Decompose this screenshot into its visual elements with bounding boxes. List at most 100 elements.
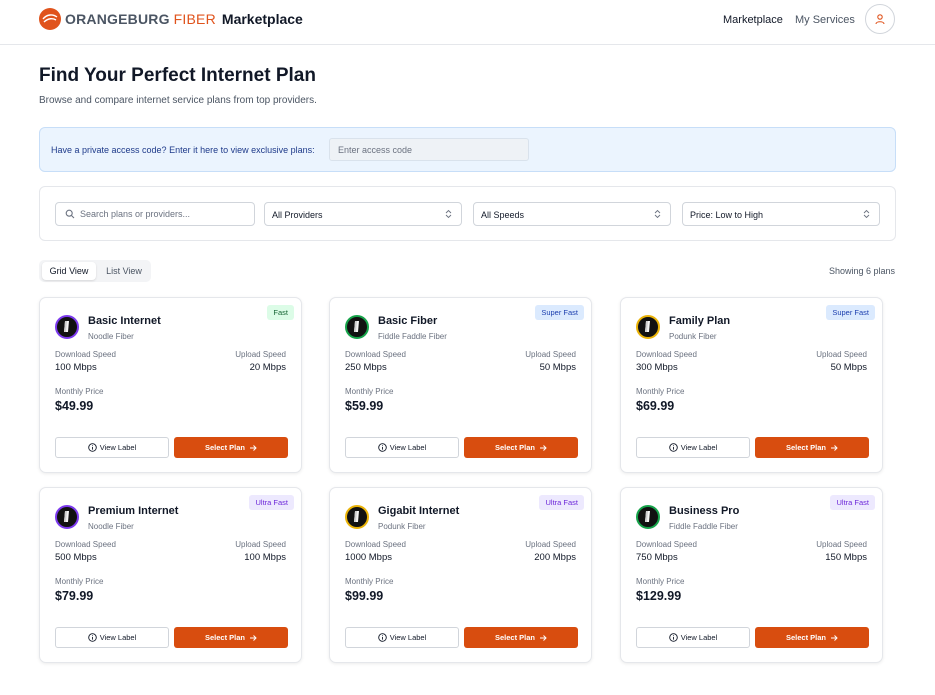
sort-select[interactable]: Price: Low to High bbox=[682, 202, 880, 226]
provider-logo-icon bbox=[55, 315, 79, 339]
page-title: Find Your Perfect Internet Plan bbox=[39, 65, 316, 86]
download-speed-value: 100 Mbps bbox=[55, 362, 97, 373]
plan-name: Gigabit Internet bbox=[378, 505, 460, 517]
monthly-price-value: $129.99 bbox=[636, 589, 682, 603]
chevron-up-down-icon bbox=[863, 209, 870, 219]
download-speed-label: Download Speed bbox=[636, 540, 697, 549]
select-plan-text: Select Plan bbox=[785, 443, 827, 452]
view-label-button[interactable]: View Label bbox=[636, 627, 750, 648]
arrow-right-icon bbox=[831, 634, 838, 641]
download-speed-value: 300 Mbps bbox=[636, 362, 678, 373]
tab-list-view[interactable]: List View bbox=[99, 262, 149, 280]
results-count: Showing 6 plans bbox=[828, 266, 895, 276]
provider-select-value: All Providers bbox=[272, 210, 323, 220]
monthly-price-label: Monthly Price bbox=[345, 387, 394, 396]
provider-name: Podunk Fiber bbox=[378, 522, 426, 531]
arrow-right-icon bbox=[250, 634, 257, 641]
monthly-price-value: $79.99 bbox=[55, 589, 94, 603]
provider-name: Fiddle Faddle Fiber bbox=[669, 522, 738, 531]
nav-link-my-services[interactable]: My Services bbox=[795, 14, 855, 26]
logo-text-fiber: FIBER bbox=[173, 11, 216, 27]
provider-name: Fiddle Faddle Fiber bbox=[378, 332, 447, 341]
select-plan-text: Select Plan bbox=[204, 443, 246, 452]
view-label-text: View Label bbox=[680, 633, 718, 642]
view-label-text: View Label bbox=[680, 443, 718, 452]
info-icon bbox=[668, 443, 678, 452]
monthly-price-value: $69.99 bbox=[636, 399, 675, 413]
user-avatar-button[interactable] bbox=[865, 4, 895, 34]
plan-name: Family Plan bbox=[669, 315, 731, 327]
plan-card: Fast Basic Internet Noodle Fiber Downloa… bbox=[39, 297, 302, 473]
select-plan-text: Select Plan bbox=[494, 443, 536, 452]
download-speed-value: 750 Mbps bbox=[636, 552, 678, 563]
download-speed-label: Download Speed bbox=[55, 540, 116, 549]
select-plan-button[interactable]: Select Plan bbox=[464, 627, 578, 648]
upload-speed-label: Upload Speed bbox=[525, 540, 576, 549]
monthly-price-value: $59.99 bbox=[345, 399, 384, 413]
download-speed-label: Download Speed bbox=[636, 350, 697, 359]
nav-link-marketplace[interactable]: Marketplace bbox=[723, 14, 783, 26]
download-speed-label: Download Speed bbox=[55, 350, 116, 359]
download-speed-value: 250 Mbps bbox=[345, 362, 387, 373]
sort-select-value: Price: Low to High bbox=[690, 210, 764, 220]
select-plan-button[interactable]: Select Plan bbox=[464, 437, 578, 458]
brand-logo[interactable]: ORANGEBURG FIBER Marketplace bbox=[39, 8, 303, 30]
speed-badge: Fast bbox=[267, 305, 294, 320]
download-speed-value: 500 Mbps bbox=[55, 552, 97, 563]
plan-card: Ultra Fast Gigabit Internet Podunk Fiber… bbox=[329, 487, 592, 663]
search-field[interactable] bbox=[55, 202, 255, 226]
plan-card: Super Fast Family Plan Podunk Fiber Down… bbox=[620, 297, 883, 473]
search-input[interactable] bbox=[80, 206, 250, 222]
view-label-button[interactable]: View Label bbox=[345, 437, 459, 458]
upload-speed-value: 100 Mbps bbox=[244, 552, 286, 563]
plan-card: Ultra Fast Premium Internet Noodle Fiber… bbox=[39, 487, 302, 663]
provider-name: Noodle Fiber bbox=[88, 332, 134, 341]
provider-select[interactable]: All Providers bbox=[264, 202, 462, 226]
info-icon bbox=[377, 633, 387, 642]
monthly-price-label: Monthly Price bbox=[636, 577, 685, 586]
select-plan-text: Select Plan bbox=[204, 633, 246, 642]
orange-logo-icon bbox=[39, 8, 61, 30]
arrow-right-icon bbox=[250, 444, 257, 451]
access-code-label: Have a private access code? Enter it her… bbox=[51, 145, 315, 155]
top-navigation-bar: ORANGEBURG FIBER Marketplace Marketplace… bbox=[0, 0, 935, 45]
user-icon bbox=[875, 14, 885, 25]
plan-name: Basic Fiber bbox=[378, 315, 438, 327]
upload-speed-label: Upload Speed bbox=[816, 350, 867, 359]
provider-logo-icon bbox=[345, 315, 369, 339]
logo-text-orangeburg: ORANGEBURG bbox=[65, 11, 170, 27]
view-label-button[interactable]: View Label bbox=[55, 437, 169, 458]
view-label-button[interactable]: View Label bbox=[636, 437, 750, 458]
provider-logo-icon bbox=[55, 505, 79, 529]
info-icon bbox=[87, 443, 97, 452]
select-plan-button[interactable]: Select Plan bbox=[755, 627, 869, 648]
view-label-button[interactable]: View Label bbox=[55, 627, 169, 648]
speed-select[interactable]: All Speeds bbox=[473, 202, 671, 226]
upload-speed-value: 50 Mbps bbox=[830, 362, 867, 373]
upload-speed-label: Upload Speed bbox=[235, 540, 286, 549]
view-label-button[interactable]: View Label bbox=[345, 627, 459, 648]
arrow-right-icon bbox=[831, 444, 838, 451]
view-label-text: View Label bbox=[99, 633, 137, 642]
upload-speed-label: Upload Speed bbox=[816, 540, 867, 549]
upload-speed-label: Upload Speed bbox=[525, 350, 576, 359]
monthly-price-label: Monthly Price bbox=[55, 387, 104, 396]
monthly-price-value: $49.99 bbox=[55, 399, 94, 413]
select-plan-button[interactable]: Select Plan bbox=[174, 437, 288, 458]
select-plan-button[interactable]: Select Plan bbox=[174, 627, 288, 648]
select-plan-text: Select Plan bbox=[494, 633, 536, 642]
select-plan-button[interactable]: Select Plan bbox=[755, 437, 869, 458]
access-code-input[interactable] bbox=[329, 138, 529, 161]
logo-text-marketplace: Marketplace bbox=[221, 11, 303, 27]
info-icon bbox=[668, 633, 678, 642]
arrow-right-icon bbox=[540, 634, 547, 641]
tab-grid-view[interactable]: Grid View bbox=[42, 262, 96, 280]
chevron-up-down-icon bbox=[654, 209, 661, 219]
filters-panel: All Providers All Speeds Price: Low to H… bbox=[39, 186, 896, 241]
provider-logo-icon bbox=[345, 505, 369, 529]
monthly-price-label: Monthly Price bbox=[636, 387, 685, 396]
provider-logo-icon bbox=[636, 505, 660, 529]
provider-logo-icon bbox=[636, 315, 660, 339]
upload-speed-value: 50 Mbps bbox=[539, 362, 576, 373]
upload-speed-value: 150 Mbps bbox=[825, 552, 867, 563]
